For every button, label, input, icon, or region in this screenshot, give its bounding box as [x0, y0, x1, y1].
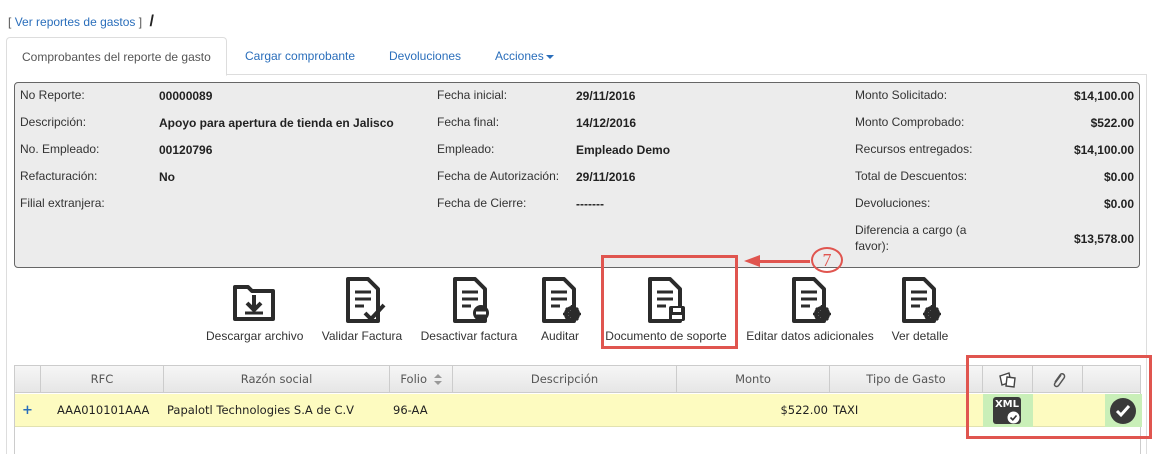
detail-icon: [902, 277, 941, 323]
header-tipo-gasto[interactable]: Tipo de Gasto: [830, 366, 983, 393]
label-fecha-cierre: Fecha de Cierre:: [437, 196, 527, 210]
download-folder-icon: [233, 285, 275, 321]
label-diferencia-line2: favor):: [855, 239, 890, 253]
header-folio-label: Folio: [400, 372, 427, 386]
value-fecha-cierre: -------: [576, 197, 604, 211]
annotation-arrow-line: [760, 260, 810, 263]
expand-row-button[interactable]: +: [22, 394, 33, 427]
label-monto-comprobado: Monto Comprobado:: [855, 115, 965, 129]
header-expand: [15, 366, 41, 393]
value-monto-solicitado: $14,100.00: [1073, 89, 1134, 103]
deactivate-invoice-icon: [453, 277, 489, 323]
value-fecha-inicial: 29/11/2016: [576, 89, 636, 103]
tab-cargar-comprobante[interactable]: Cargar comprobante: [230, 37, 370, 75]
label-no-reporte: No Reporte:: [20, 88, 85, 102]
view-detail-button[interactable]: Ver detalle: [888, 275, 952, 343]
tab-comprobantes[interactable]: Comprobantes del reporte de gasto: [6, 37, 227, 76]
tab-label: Cargar comprobante: [245, 49, 356, 63]
header-rfc[interactable]: RFC: [41, 366, 164, 393]
cell-monto: $522.00: [780, 403, 828, 417]
value-diferencia: $13,578.00: [1073, 232, 1134, 246]
breadcrumb-close: ]: [138, 15, 143, 29]
value-refacturacion: No: [159, 170, 175, 184]
label-fecha-inicial: Fecha inicial:: [437, 88, 508, 102]
action-label: Editar datos adicionales: [746, 329, 874, 343]
sort-icon: [433, 374, 442, 385]
breadcrumb-link-reports[interactable]: Ver reportes de gastos: [15, 15, 136, 29]
label-total-descuentos: Total de Descuentos:: [855, 169, 968, 183]
tab-label: Devoluciones: [389, 49, 462, 63]
label-diferencia-line1: Diferencia a cargo (a: [855, 223, 967, 237]
value-no-empleado: 00120796: [159, 143, 213, 157]
label-fecha-final: Fecha final:: [437, 115, 500, 129]
value-descripcion: Apoyo para apertura de tienda en Jalisco: [159, 116, 394, 130]
label-empleado: Empleado:: [437, 142, 495, 156]
tab-devoluciones[interactable]: Devoluciones: [374, 37, 476, 75]
value-devoluciones: $0.00: [1103, 197, 1134, 211]
label-fecha-autorizacion: Fecha de Autorización:: [437, 169, 560, 183]
audit-icon: [542, 277, 581, 323]
label-recursos-entregados: Recursos entregados:: [855, 142, 973, 156]
value-total-descuentos: $0.00: [1103, 170, 1134, 184]
edit-additional-data-button[interactable]: Editar datos adicionales: [744, 275, 876, 343]
action-label: Ver detalle: [891, 329, 949, 343]
annotation-highlight-support-document: [601, 255, 738, 349]
label-devoluciones: Devoluciones:: [855, 196, 931, 210]
cell-razon-social: Papalotl Technologies S.A de C.V: [167, 403, 354, 417]
header-monto[interactable]: Monto: [677, 366, 830, 393]
header-folio[interactable]: Folio: [390, 366, 453, 393]
value-recursos-entregados: $14,100.00: [1073, 143, 1134, 157]
breadcrumb: [ Ver reportes de gastos ] /: [8, 13, 154, 31]
audit-button[interactable]: Auditar: [536, 275, 584, 343]
action-label: Auditar: [540, 329, 580, 343]
tab-label: Acciones: [495, 49, 544, 63]
value-empleado: Empleado Demo: [576, 143, 671, 157]
report-info-panel: No Reporte: 00000089 Descripción: Apoyo …: [14, 82, 1140, 268]
breadcrumb-open: [: [8, 15, 12, 29]
action-label: Desactivar factura: [420, 329, 518, 343]
edit-data-icon: [792, 277, 831, 323]
breadcrumb-separator: /: [149, 13, 154, 30]
tab-acciones[interactable]: Acciones: [480, 37, 569, 75]
action-toolbar: Descargar archivo Validar Factura Desact…: [0, 275, 1160, 345]
annotation-step-number: 7: [811, 247, 843, 273]
cell-tipo-gasto: TAXI: [833, 403, 859, 417]
annotation-highlight-document-columns: [966, 355, 1152, 439]
value-fecha-final: 14/12/2016: [576, 116, 637, 130]
chevron-down-icon: [545, 54, 554, 59]
cell-rfc: AAA010101AAA: [57, 403, 150, 417]
tab-bar: Comprobantes del reporte de gasto Cargar…: [6, 37, 1147, 76]
label-no-empleado: No. Empleado:: [20, 142, 100, 156]
value-fecha-autorizacion: 29/11/2016: [576, 170, 636, 184]
header-descripcion[interactable]: Descripción: [453, 366, 677, 393]
tab-label: Comprobantes del reporte de gasto: [22, 50, 211, 64]
value-monto-comprobado: $522.00: [1090, 116, 1134, 130]
validate-invoice-icon: [346, 277, 386, 323]
label-descripcion: Descripción:: [20, 115, 87, 129]
action-label: Descargar archivo: [206, 329, 304, 343]
action-label: Validar Factura: [321, 329, 403, 343]
cell-folio: 96-AA: [393, 403, 428, 417]
header-razon-social[interactable]: Razón social: [164, 366, 390, 393]
download-file-button[interactable]: Descargar archivo: [206, 275, 304, 343]
label-filial-extranjera: Filial extranjera:: [20, 196, 105, 210]
label-refacturacion: Refacturación:: [20, 169, 98, 183]
annotation-arrow-head: [744, 255, 760, 267]
deactivate-invoice-button[interactable]: Desactivar factura: [419, 275, 519, 343]
validate-invoice-button[interactable]: Validar Factura: [320, 275, 404, 343]
value-no-reporte: 00000089: [159, 89, 213, 103]
label-monto-solicitado: Monto Solicitado:: [855, 88, 948, 102]
